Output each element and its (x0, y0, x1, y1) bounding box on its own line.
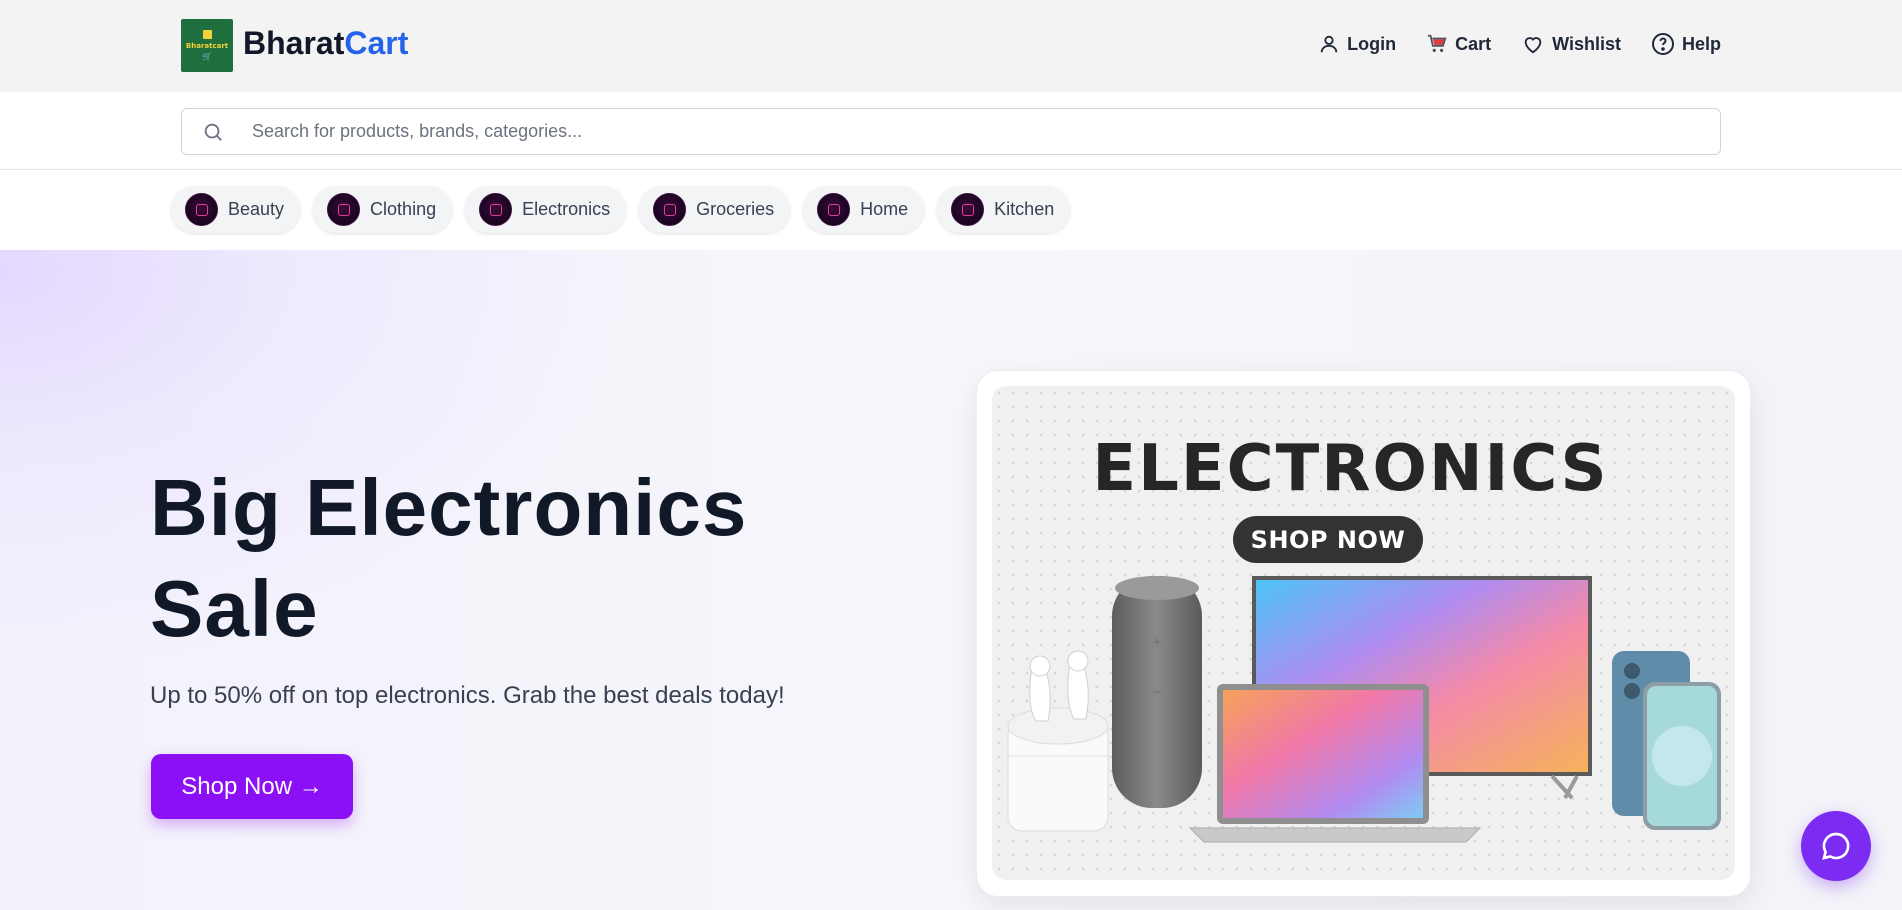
category-thumbnail (479, 193, 513, 226)
shop-now-button[interactable]: Shop Now → (151, 754, 353, 819)
logo-cart-icon: 🛒 (202, 52, 212, 61)
search-bar[interactable] (181, 108, 1721, 155)
top-header: Bharatcart 🛒 BharatCart Login Cart Wishl… (0, 0, 1902, 92)
category-beauty[interactable]: Beauty (171, 186, 301, 233)
category-groceries[interactable]: Groceries (639, 186, 791, 233)
category-kitchen[interactable]: Kitchen (937, 186, 1071, 233)
chat-button[interactable] (1801, 811, 1871, 881)
logo[interactable]: Bharatcart 🛒 (181, 19, 233, 72)
category-thumbnail (185, 193, 218, 226)
category-clothing[interactable]: Clothing (313, 186, 453, 233)
search-icon (204, 123, 222, 141)
chat-bubble-icon (1822, 832, 1850, 860)
heart-icon (1524, 37, 1542, 54)
help-circle-icon (1651, 33, 1674, 55)
wishlist-link[interactable]: Wishlist (1521, 33, 1621, 55)
svg-text:+: + (1152, 635, 1162, 649)
svg-text:−: − (1152, 685, 1162, 699)
category-label: Groceries (696, 199, 775, 219)
brand-name[interactable]: BharatCart (243, 25, 408, 62)
cart-icon (1427, 34, 1447, 53)
wishlist-label: Wishlist (1552, 33, 1621, 54)
category-label: Clothing (370, 199, 437, 219)
promo-shop-now-pill[interactable]: SHOP NOW (1233, 516, 1423, 563)
logo-text: Bharatcart (185, 42, 229, 50)
search-input[interactable] (252, 109, 1692, 154)
login-label: Login (1347, 33, 1397, 54)
category-thumbnail (653, 193, 687, 226)
brand-part-2: Cart (344, 25, 409, 61)
hero-title: Big Electronics Sale (150, 463, 748, 653)
hero-subtitle: Up to 50% off on top electronics. Grab t… (150, 682, 785, 709)
login-link[interactable]: Login (1318, 33, 1396, 55)
help-label: Help (1681, 33, 1721, 54)
cart-label: Cart (1455, 33, 1492, 54)
category-home[interactable]: Home (803, 186, 925, 233)
category-label: Beauty (228, 199, 285, 219)
category-thumbnail (327, 193, 361, 226)
user-icon (1320, 35, 1338, 53)
header-nav: Login Cart Wishlist Help (1288, 32, 1721, 56)
cart-link[interactable]: Cart (1426, 33, 1491, 55)
help-link[interactable]: Help (1651, 32, 1721, 56)
brand-part-1: Bharat (243, 25, 345, 61)
promo-card[interactable]: ELECTRONICS SHOP NOW + − (976, 370, 1751, 897)
speaker-graphic: + − (1112, 576, 1202, 808)
category-thumbnail (951, 193, 985, 226)
promo-title: ELECTRONICS (1092, 432, 1609, 506)
category-label: Electronics (522, 199, 611, 219)
promo-banner[interactable]: ELECTRONICS SHOP NOW + − (992, 386, 1735, 880)
category-electronics[interactable]: Electronics (465, 186, 627, 233)
category-thumbnail (817, 193, 851, 226)
logo-mark (202, 30, 212, 39)
category-label: Kitchen (994, 199, 1055, 219)
phone-graphic (1612, 651, 1721, 830)
earbuds-graphic (1007, 650, 1109, 832)
category-label: Home (860, 199, 909, 219)
category-list: Beauty Clothing Electronics Groceries Ho… (171, 186, 1071, 233)
electronics-illustration: + − (1007, 576, 1721, 843)
